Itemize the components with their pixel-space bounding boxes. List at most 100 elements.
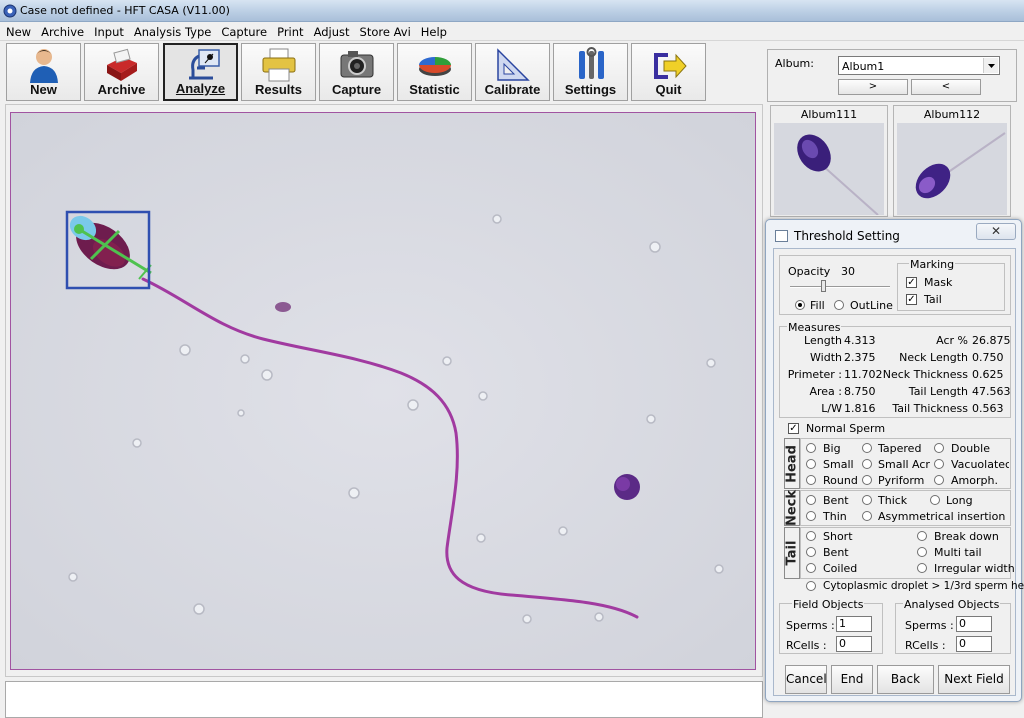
new-button[interactable]: New [6,43,81,101]
results-button[interactable]: Results [241,43,316,101]
head-small-radio[interactable] [806,459,816,469]
menu-new[interactable]: New [0,22,35,39]
sperm-thumbnail-image [774,123,884,215]
neck-asymmetrical-radio[interactable] [862,511,872,521]
head-big-label: Big [823,442,841,455]
field-rcells-label: RCells : [786,639,827,652]
neck-bent-radio[interactable] [806,495,816,505]
neck-length-label: Neck Length [899,351,968,364]
window-title: Case not defined - HFT CASA (V11.00) [20,4,230,17]
tail-bent-radio[interactable] [806,547,816,557]
neck-asymmetrical-label: Asymmetrical insertion [878,510,1006,523]
menu-archive[interactable]: Archive [35,22,88,39]
end-button[interactable]: End [831,665,873,694]
close-icon: ✕ [990,224,1002,238]
tail-coiled-radio[interactable] [806,563,816,573]
outline-radio[interactable] [834,300,844,310]
neck-long-radio[interactable] [930,495,940,505]
cytoplasmic-droplet-label: Cytoplasmic droplet > 1/3rd sperm head [823,580,1024,592]
set-square-icon [497,48,530,81]
tail-short-label: Short [823,530,853,543]
menu-help[interactable]: Help [415,22,451,39]
head-vacuolated-radio[interactable] [934,459,944,469]
tail-length-label: Tail Length [908,385,968,398]
archive-button[interactable]: Archive [84,43,159,101]
settings-button[interactable]: Settings [553,43,628,101]
analysed-rcells-field[interactable]: 0 [956,636,992,652]
results-label: Results [255,82,302,97]
head-round-label: Round [823,474,858,487]
archive-label: Archive [97,82,146,97]
head-pyriform-radio[interactable] [862,475,872,485]
menu-capture[interactable]: Capture [215,22,271,39]
analysed-sperms-field[interactable]: 0 [956,616,992,632]
chevron-down-icon[interactable] [983,58,998,73]
calibrate-button[interactable]: Calibrate [475,43,550,101]
area-value: 8.750 [844,385,876,398]
close-button[interactable]: ✕ [976,223,1016,240]
tail-irregular-radio[interactable] [917,563,927,573]
mask-checkbox[interactable]: ✓ [906,277,917,288]
menu-store-avi[interactable]: Store Avi [354,22,415,39]
neck-length-value: 0.750 [972,351,1004,364]
menu-input[interactable]: Input [88,22,128,39]
tail-irregular-label: Irregular width [934,562,1015,575]
back-button[interactable]: Back [877,665,934,694]
album-next-button[interactable]: > [838,79,908,95]
thumbnail-caption: Album112 [923,108,981,121]
head-round-radio[interactable] [806,475,816,485]
statistic-button[interactable]: Statistic [397,43,472,101]
cytoplasmic-droplet-radio[interactable] [806,581,816,591]
analysed-objects-title: Analysed Objects [903,598,1001,611]
lw-ratio-label: L/W [821,402,842,415]
neck-thick-radio[interactable] [862,495,872,505]
neck-tab-label: Neck [784,489,800,527]
tail-multi-radio[interactable] [917,547,927,557]
menu-bar: New Archive Input Analysis Type Capture Print… [0,22,1024,41]
tail-break-down-label: Break down [934,530,999,543]
menu-print[interactable]: Print [271,22,307,39]
tail-break-down-radio[interactable] [917,531,927,541]
head-big-radio[interactable] [806,443,816,453]
analysed-rcells-label: RCells : [905,639,946,652]
menu-adjust[interactable]: Adjust [308,22,354,39]
album-prev-button[interactable]: < [911,79,981,95]
album-thumbnail[interactable]: Album111 [770,105,888,217]
neck-thickness-label: Neck Thickness [882,368,968,381]
menu-analysis-type[interactable]: Analysis Type [128,22,215,39]
opacity-value: 30 [841,265,855,278]
tail-short-radio[interactable] [806,531,816,541]
area-label: Area : [809,385,842,398]
head-amorph-radio[interactable] [934,475,944,485]
field-objects-title: Field Objects [792,598,865,611]
neck-thin-radio[interactable] [806,511,816,521]
field-rcells-field[interactable]: 0 [836,636,872,652]
capture-button[interactable]: Capture [319,43,394,101]
mask-label: Mask [924,276,953,289]
album-thumbnail[interactable]: Album112 [893,105,1011,217]
analyze-button[interactable]: Analyze [163,43,238,101]
opacity-slider-track[interactable] [790,286,890,288]
camera-icon [340,51,374,78]
opacity-slider-handle[interactable] [821,280,826,292]
tail-checkbox[interactable]: ✓ [906,294,917,305]
quit-button[interactable]: Quit [631,43,706,101]
tail-multi-label: Multi tail [934,546,982,559]
head-tapered-radio[interactable] [862,443,872,453]
head-small-acr-radio[interactable] [862,459,872,469]
neck-long-label: Long [946,494,973,507]
next-field-button[interactable]: Next Field [938,665,1010,694]
archive-icon [107,48,137,81]
tools-icon [579,47,604,79]
cancel-button[interactable]: Cancel [785,665,827,694]
normal-sperm-checkbox[interactable]: ✓ [788,423,799,434]
head-tapered-label: Tapered [878,442,922,455]
tail-tab-label: Tail [784,540,800,566]
album-panel: Album: Album1 > < [767,49,1017,102]
field-sperms-field[interactable]: 1 [836,616,872,632]
fill-radio[interactable] [795,300,805,310]
acrosome-value: 26.875 [972,334,1011,347]
album-dropdown[interactable]: Album1 [838,56,1000,75]
microscope-image[interactable] [10,112,756,670]
head-double-radio[interactable] [934,443,944,453]
